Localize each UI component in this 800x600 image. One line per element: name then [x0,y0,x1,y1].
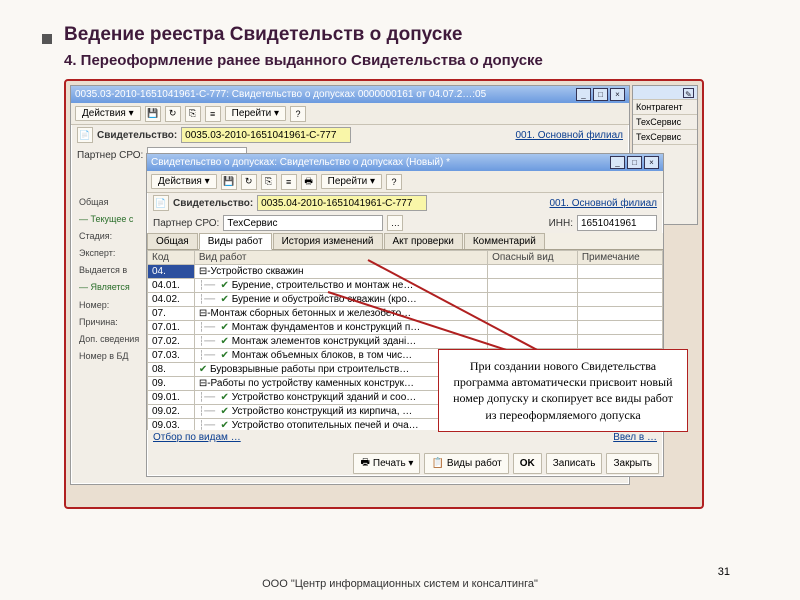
actions-button[interactable]: Действия ▾ [75,106,141,121]
partner-label: Партнер СРО: [77,150,143,161]
works-button[interactable]: 📋 Виды работ [424,453,508,474]
titlebar-front: Свидетельство о допусках: Свидетельство … [147,154,663,171]
side-r2[interactable]: ТехСервис [633,130,697,145]
entered-link[interactable]: Ввел в … [613,432,657,443]
partner-field[interactable]: ТехСервис [223,215,383,231]
partner-label: Партнер СРО: [153,218,219,229]
list-icon[interactable]: ≡ [281,174,297,190]
close-icon[interactable]: × [610,88,625,101]
column-header[interactable]: Вид работ [194,251,487,265]
page-number: 31 [718,566,730,578]
tab-bar: ОбщаяВиды работИстория измененийАкт пров… [147,233,663,250]
callout-box: При создании нового Свидетельства програ… [438,349,688,432]
table-row[interactable]: 04.02.┆── ✔ Бурение и обустройство скваж… [148,293,663,307]
side-h1: Контрагент [633,100,697,115]
cert-label: Свидетельство: [97,130,177,141]
title-text-front: Свидетельство о допусках: Свидетельство … [151,157,450,168]
min-icon[interactable]: _ [576,88,591,101]
column-header[interactable]: Код [148,251,195,265]
slide: Ведение реестра Свидетельств о допуске 4… [0,0,800,600]
button-bar: 🖶 Печать ▾ 📋 Виды работ OK Записать Закр… [353,453,659,474]
doc-icon: 📄 [153,195,169,211]
toolbar-back: Действия ▾ 💾 ↻ ⎘ ≡ Перейти ▾ ? [71,103,629,125]
branch-link[interactable]: 001. Основной филиал [516,130,624,141]
table-row[interactable]: 07.02.┆── ✔ Монтаж элементов конструкций… [148,335,663,349]
heading: Ведение реестра Свидетельств о допуске [64,24,768,46]
table-row[interactable]: 07.01.┆── ✔ Монтаж фундаментов и констру… [148,321,663,335]
max-icon[interactable]: □ [593,88,608,101]
tab-3[interactable]: Акт проверки [384,233,463,249]
close-icon[interactable]: × [644,156,659,169]
save-icon[interactable]: 💾 [145,106,161,122]
help-icon[interactable]: ? [386,174,402,190]
table-row[interactable]: 04.⊟-Устройство скважин [148,265,663,279]
column-header[interactable]: Опасный вид [488,251,578,265]
filter-link[interactable]: Отбор по видам … [153,432,241,443]
cert-label: Свидетельство: [173,198,253,209]
refresh-icon[interactable]: ↻ [241,174,257,190]
actions-button[interactable]: Действия ▾ [151,174,217,189]
title-text: 0035.03-2010-1651041961-С-777: Свидетель… [75,89,486,100]
toolbar-front: Действия ▾ 💾 ↻ ⎘ ≡ 🖶 Перейти ▾ ? [147,171,663,193]
tab-0[interactable]: Общая [147,233,198,249]
back-form-labels: Общая — Текущее с Стадия: Эксперт: Выдае… [79,194,139,365]
lookup-icon[interactable]: … [387,215,403,231]
max-icon[interactable]: □ [627,156,642,169]
list-icon[interactable]: ≡ [205,106,221,122]
subheading: 4. Переоформление ранее выданного Свидет… [64,52,768,69]
tab-1[interactable]: Виды работ [199,233,272,250]
min-icon[interactable]: _ [610,156,625,169]
tab-4[interactable]: Комментарий [464,233,545,249]
close-button[interactable]: Закрыть [606,453,659,474]
save-icon[interactable]: 💾 [221,174,237,190]
side-r1[interactable]: ТехСервис [633,115,697,130]
screenshot-frame: 0035.03-2010-1651041961-С-777: Свидетель… [64,79,704,509]
copy-icon[interactable]: ⎘ [261,174,277,190]
cert-field[interactable]: 0035.03-2010-1651041961-С-777 [181,127,351,143]
ok-button[interactable]: OK [513,453,542,474]
bullet-icon [42,34,52,44]
inn-label: ИНН: [549,218,573,229]
footer-text: ООО "Центр информационных систем и конса… [0,578,800,590]
save-button[interactable]: Записать [546,453,603,474]
column-header[interactable]: Примечание [577,251,662,265]
titlebar-back: 0035.03-2010-1651041961-С-777: Свидетель… [71,86,629,103]
cert-field[interactable]: 0035.04-2010-1651041961-С-777 [257,195,427,211]
doc-icon: 📄 [77,127,93,143]
inn-field[interactable]: 1651041961 [577,215,657,231]
goto-button[interactable]: Перейти ▾ [225,106,286,121]
refresh-icon[interactable]: ↻ [165,106,181,122]
goto-button[interactable]: Перейти ▾ [321,174,382,189]
branch-link[interactable]: 001. Основной филиал [550,198,658,209]
print-button[interactable]: 🖶 Печать ▾ [353,453,420,474]
tab-2[interactable]: История изменений [273,233,383,249]
copy-icon[interactable]: ⎘ [185,106,201,122]
side-tool-icon[interactable]: ✎ [683,88,694,98]
help-icon[interactable]: ? [290,106,306,122]
print-icon[interactable]: 🖶 [301,174,317,190]
